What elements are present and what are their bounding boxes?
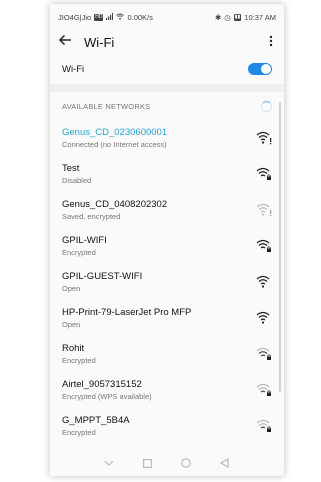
network-text: GPIL-GUEST-WIFI Open xyxy=(62,271,142,293)
status-left: JIO4G|Jio HD 0.00K/s xyxy=(58,12,153,22)
network-name: GPIL-GUEST-WIFI xyxy=(62,271,143,282)
network-status: Encrypted xyxy=(62,248,96,257)
network-text: HP-Print-79-LaserJet Pro MFP Open xyxy=(62,307,191,329)
network-item[interactable]: Airtel_9057315152 Encrypted (WPS availab… xyxy=(50,372,284,408)
battery-icon: ▮▮ xyxy=(233,13,242,21)
network-text: GPIL-WIFI Encrypted xyxy=(62,235,107,257)
network-item[interactable]: GPIL-WIFI Encrypted xyxy=(50,228,284,264)
status-right: ✱ ◷ ▮▮ 10:37 AM xyxy=(215,13,276,22)
network-name: HP-Print-79-LaserJet Pro MFP xyxy=(62,307,192,318)
network-status: Encrypted xyxy=(62,428,96,437)
network-status: Open xyxy=(62,320,81,329)
wifi-signal-locked-icon xyxy=(256,347,271,360)
wifi-status-icon xyxy=(116,13,125,22)
wifi-signal-locked-icon xyxy=(256,239,271,252)
network-name: Airtel_9057315152 xyxy=(62,379,142,390)
alarm-icon: ◷ xyxy=(224,12,231,22)
network-speed: 0.00K/s xyxy=(127,12,153,22)
status-bar: JIO4G|Jio HD 0.00K/s ✱ ◷ ▮▮ 10:37 AM xyxy=(50,4,284,30)
wifi-toggle-row[interactable]: Wi-Fi xyxy=(50,54,284,92)
nav-home-circle-icon[interactable] xyxy=(176,458,196,468)
network-name: GPIL-WIFI xyxy=(62,235,107,246)
app-bar: Wi-Fi xyxy=(50,30,284,54)
network-list: Genus_CD_0230600001 Connected (no Intern… xyxy=(50,120,284,444)
network-status: Disabled xyxy=(62,176,92,185)
bluetooth-icon: ✱ xyxy=(214,12,222,22)
system-nav-bar xyxy=(50,450,284,476)
nav-square-icon[interactable] xyxy=(138,458,158,468)
wifi-signal-no-internet-icon xyxy=(256,131,272,145)
phone-screen: JIO4G|Jio HD 0.00K/s ✱ ◷ ▮▮ 10:37 AM Wi-… xyxy=(50,4,284,476)
wifi-signal-locked-icon xyxy=(256,167,271,180)
network-item[interactable]: G_MPPT_5B4A Encrypted xyxy=(50,408,284,444)
network-text: G_MPPT_5B4A Encrypted xyxy=(62,415,130,437)
network-item[interactable]: Rohit Encrypted xyxy=(50,336,284,372)
network-item[interactable]: HP-Print-79-LaserJet Pro MFP Open xyxy=(50,300,284,336)
network-item[interactable]: Genus_CD_0408202302 Saved, encrypted xyxy=(50,192,284,228)
network-text: Genus_CD_0408202302 Saved, encrypted xyxy=(62,199,167,221)
arrow-back-icon[interactable] xyxy=(58,34,74,50)
nav-back-chevron-down-icon[interactable] xyxy=(99,460,119,466)
wifi-signal-locked-icon xyxy=(256,383,271,396)
section-title: AVAILABLE NETWORKS xyxy=(62,101,151,111)
network-text: Airtel_9057315152 Encrypted (WPS availab… xyxy=(62,379,152,401)
network-name: Genus_CD_0230600001 xyxy=(62,127,168,138)
more-vert-icon[interactable] xyxy=(266,34,276,50)
network-item[interactable]: Genus_CD_0230600001 Connected (no Intern… xyxy=(50,120,284,156)
network-text: Rohit Encrypted xyxy=(62,343,96,365)
network-name: Genus_CD_0408202302 xyxy=(62,199,168,210)
network-status: Encrypted xyxy=(62,356,96,365)
network-item[interactable]: GPIL-GUEST-WIFI Open xyxy=(50,264,284,300)
wifi-signal-open-icon xyxy=(256,275,270,288)
wifi-signal-open-icon xyxy=(256,311,270,324)
network-item[interactable]: Test Disabled xyxy=(50,156,284,192)
available-networks-header: AVAILABLE NETWORKS xyxy=(50,92,284,120)
network-status: Saved, encrypted xyxy=(62,212,121,221)
wifi-toggle-label: Wi-Fi xyxy=(62,63,85,75)
network-status: Encrypted (WPS available) xyxy=(62,392,152,401)
carrier-label: JIO4G|Jio xyxy=(58,12,92,22)
network-text: Genus_CD_0230600001 Connected (no Intern… xyxy=(62,127,167,149)
status-time: 10:37 AM xyxy=(244,12,276,22)
wifi-signal-weak-icon xyxy=(256,203,272,217)
list-scrollbar[interactable] xyxy=(279,102,281,392)
network-status: Connected (no Internet access) xyxy=(62,140,167,149)
cell-signal-icon xyxy=(106,12,114,22)
network-name: Test xyxy=(62,163,80,174)
network-name: Rohit xyxy=(62,343,85,354)
volte-icon: HD xyxy=(94,13,104,21)
network-status: Open xyxy=(62,284,81,293)
wifi-signal-locked-icon xyxy=(256,419,271,432)
network-text: Test Disabled xyxy=(62,163,91,185)
scanning-spinner-icon xyxy=(261,100,272,112)
wifi-toggle-switch[interactable] xyxy=(248,63,272,75)
nav-back-triangle-icon[interactable] xyxy=(215,458,235,468)
page-title: Wi-Fi xyxy=(84,34,115,50)
network-name: G_MPPT_5B4A xyxy=(62,415,130,426)
